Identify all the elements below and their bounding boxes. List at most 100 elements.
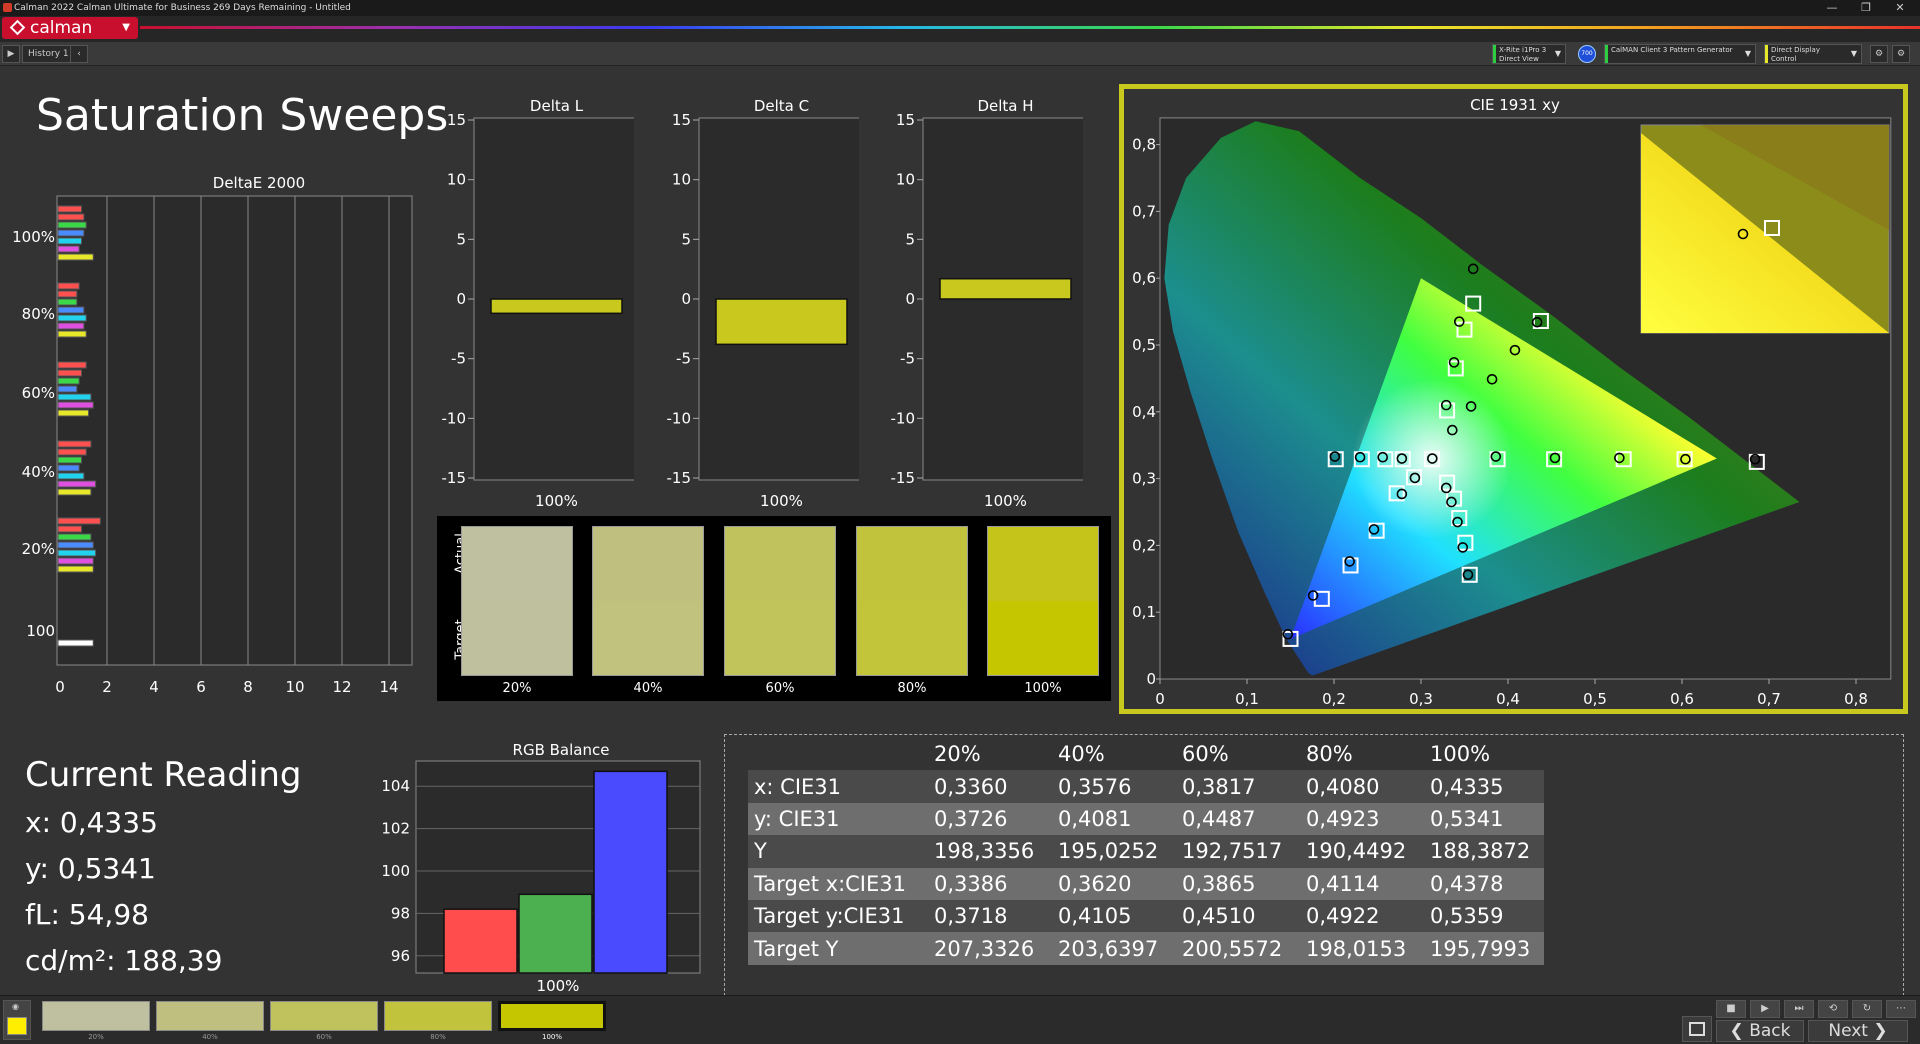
table-cell: 195,7993 [1424,932,1544,965]
rgb-y-tick: 96 [391,947,410,965]
delta-y-tick: 5 [681,230,691,248]
record-button[interactable] [1682,1016,1712,1042]
reading-y: y: 0,5341 [25,852,156,885]
pattern-swatch-label: 60% [316,1033,332,1041]
app-icon [3,3,12,12]
deltae-x-tick: 2 [102,678,112,696]
deltae-y-label: 100 [26,622,55,640]
pattern-swatch-button[interactable] [498,1001,606,1031]
meter-badge[interactable]: 700 [1578,45,1596,63]
deltae-bar [57,480,97,488]
deltae-x-tick: 10 [285,678,304,696]
deltae-y-label: 80% [22,305,55,323]
deltae-bar [57,282,80,290]
cie-y-tick: 0 [1146,670,1156,688]
next-button[interactable]: Next ❯ [1808,1020,1908,1042]
calman-menu-button[interactable]: calman ▼ [2,17,138,39]
table-cell: 200,5572 [1176,932,1300,965]
deltae-chart: 0 2 4 6 8 10 12 14 100% 80% 60% 40% 20% 100 [12,195,413,696]
delta-y-tick: -10 [667,409,692,427]
delta-y-tick: 5 [905,230,915,248]
pattern-swatch-button[interactable] [42,1001,150,1031]
swatch-60% [724,526,836,676]
deltae-bar [57,533,92,541]
table-row: y: CIE31 0,3726 0,4081 0,4487 0,4923 0,5341 [748,802,1544,836]
deltae-bar [57,401,94,409]
cie-y-tick: 0,3 [1132,470,1156,488]
table-row: Target y:CIE31 0,3718 0,4105 0,4510 0,4922 0,… [748,899,1544,933]
stop-icon[interactable]: ■ [1716,1000,1746,1018]
play-icon[interactable]: ▶ [2,45,20,63]
pattern-swatch-label: 80% [430,1033,446,1041]
play-icon[interactable]: ▶ [1750,1000,1780,1018]
measurement-table: 20% 40% 60% 80% 100% x: CIE31 0,3360 0,3576 0,3… [748,738,1544,965]
next-label: Next [1828,1021,1868,1041]
rgb-y-tick: 100 [381,862,410,880]
pattern-generator-selector[interactable]: CalMAN Client 3 Pattern Generator ▼ [1604,44,1756,64]
delta-y-tick: -15 [442,469,467,487]
swatch-100% [987,526,1099,676]
table-row: Target Y 207,3326 203,6397 200,5572 198,0153… [748,932,1544,965]
cie-x-tick: 0,5 [1583,690,1607,708]
refresh-icon[interactable]: ↻ [1852,1000,1882,1018]
deltae-bar [57,229,85,237]
delta-y-tick: -15 [667,469,692,487]
meter-selector[interactable]: X-Rite i1Pro 3 Direct View ▼ [1492,44,1566,64]
more-icon[interactable]: ⋯ [1886,1000,1916,1018]
delta-y-tick: -5 [451,350,466,368]
table-cell: 0,3817 [1176,770,1300,803]
restore-button[interactable]: ❐ [1849,0,1883,16]
swatch-actual [593,527,703,601]
display-control-selector[interactable]: Direct Display Control ▼ [1764,44,1862,64]
cie-y-tick: 0,5 [1132,336,1156,354]
pattern-swatch-button[interactable] [384,1001,492,1031]
table-row-label: Target x:CIE31 [748,867,928,900]
delta-y-tick: 5 [456,230,466,248]
table-cell: 0,4080 [1300,770,1424,803]
close-button[interactable]: ✕ [1883,0,1917,16]
history-tab[interactable]: History 1 [22,45,75,63]
pattern-swatch-label: 20% [88,1033,104,1041]
skip-icon[interactable]: ⏭ [1784,1000,1814,1018]
rgb-bar-green [518,893,593,974]
square-icon [1689,1022,1705,1036]
table-cell: 188,3872 [1424,835,1544,868]
table-cell: 0,3386 [928,867,1052,900]
deltae-bar [57,525,82,533]
pattern-toggle[interactable]: ◉ [3,1000,31,1040]
delta-y-tick: 10 [896,171,915,189]
deltae-bar [57,565,94,573]
options-icon[interactable]: ⚙ [1892,45,1910,63]
settings-icon[interactable]: ⚙ [1870,45,1888,63]
table-cell: 0,4923 [1300,802,1424,836]
deltae-bar [57,549,97,557]
logo-text: calman [30,18,93,38]
delta-y-tick: 10 [447,171,466,189]
page-title: Saturation Sweeps [36,90,449,141]
deltae-bar [57,464,80,472]
swatch-20% [461,526,573,676]
pattern-swatch-button[interactable] [156,1001,264,1031]
table-cell: 195,0252 [1052,835,1176,868]
cie-y-tick: 0,1 [1132,603,1156,621]
meter-name: X-Rite i1Pro 3 [1499,46,1547,54]
rgb-y-tick: 98 [391,904,410,922]
add-tab-icon[interactable]: ‹ [70,45,88,63]
table-cell: 0,3865 [1176,867,1300,900]
minimize-button[interactable]: — [1815,0,1849,16]
display-status-bar [1765,45,1768,63]
back-button[interactable]: ❮ Back [1716,1020,1804,1042]
deltae-bar [57,472,85,480]
loop-icon[interactable]: ⟲ [1818,1000,1848,1018]
delta-y-tick: -5 [900,350,915,368]
table-cell: 198,0153 [1300,932,1424,965]
delta-chart-2: 15 10 5 0 -5 -10 -15 100% [891,111,1083,510]
table-cell: 0,3576 [1052,770,1176,803]
table-cell: 0,4335 [1424,770,1544,803]
swatch-target [462,601,572,675]
delta-y-tick: -15 [891,469,916,487]
pattern-swatch-button[interactable] [270,1001,378,1031]
deltae-bar [57,448,87,456]
swatch-actual [725,527,835,601]
deltae-bar [57,213,85,221]
